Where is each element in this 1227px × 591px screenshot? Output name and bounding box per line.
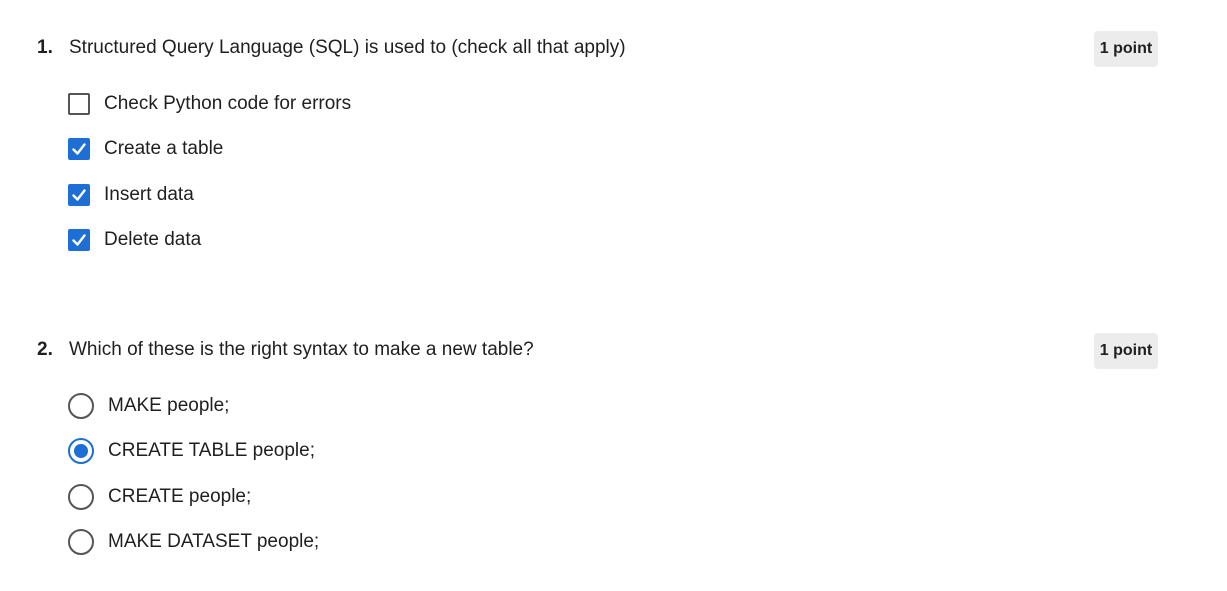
option-label: Create a table	[104, 138, 224, 159]
option-label: Delete data	[104, 229, 202, 250]
option-label: CREATE people;	[108, 486, 252, 507]
question-number: 1.	[37, 37, 53, 58]
radio-button-icon[interactable]	[68, 529, 94, 555]
option-create-people[interactable]: CREATE people;	[68, 484, 251, 510]
option-label: Check Python code for errors	[104, 93, 352, 114]
option-create-table-people[interactable]: CREATE TABLE people;	[68, 438, 315, 464]
checkmark-icon	[72, 234, 86, 246]
option-check-python[interactable]: Check Python code for errors	[68, 91, 351, 117]
option-delete-data[interactable]: Delete data	[68, 227, 201, 253]
radio-dot-icon	[74, 444, 88, 458]
option-insert-data[interactable]: Insert data	[68, 182, 194, 208]
radio-button-icon[interactable]	[68, 393, 94, 419]
question-number: 2.	[37, 339, 53, 360]
question-text: Which of these is the right syntax to ma…	[69, 339, 534, 360]
question-text: Structured Query Language (SQL) is used …	[69, 37, 626, 58]
option-create-table[interactable]: Create a table	[68, 136, 223, 162]
radio-button-icon[interactable]	[68, 438, 94, 464]
checkbox-icon[interactable]	[68, 229, 90, 251]
option-label: MAKE people;	[108, 395, 230, 416]
option-label: Insert data	[104, 184, 194, 205]
option-label: CREATE TABLE people;	[108, 440, 315, 461]
checkbox-icon[interactable]	[68, 184, 90, 206]
checkbox-icon[interactable]	[68, 138, 90, 160]
option-make-people[interactable]: MAKE people;	[68, 393, 229, 419]
checkmark-icon	[72, 143, 86, 155]
points-badge: 1 point	[1094, 31, 1158, 67]
checkbox-icon[interactable]	[68, 93, 90, 115]
points-badge: 1 point	[1094, 333, 1158, 369]
option-label: MAKE DATASET people;	[108, 531, 320, 552]
option-make-dataset-people[interactable]: MAKE DATASET people;	[68, 529, 319, 555]
radio-button-icon[interactable]	[68, 484, 94, 510]
checkmark-icon	[72, 189, 86, 201]
